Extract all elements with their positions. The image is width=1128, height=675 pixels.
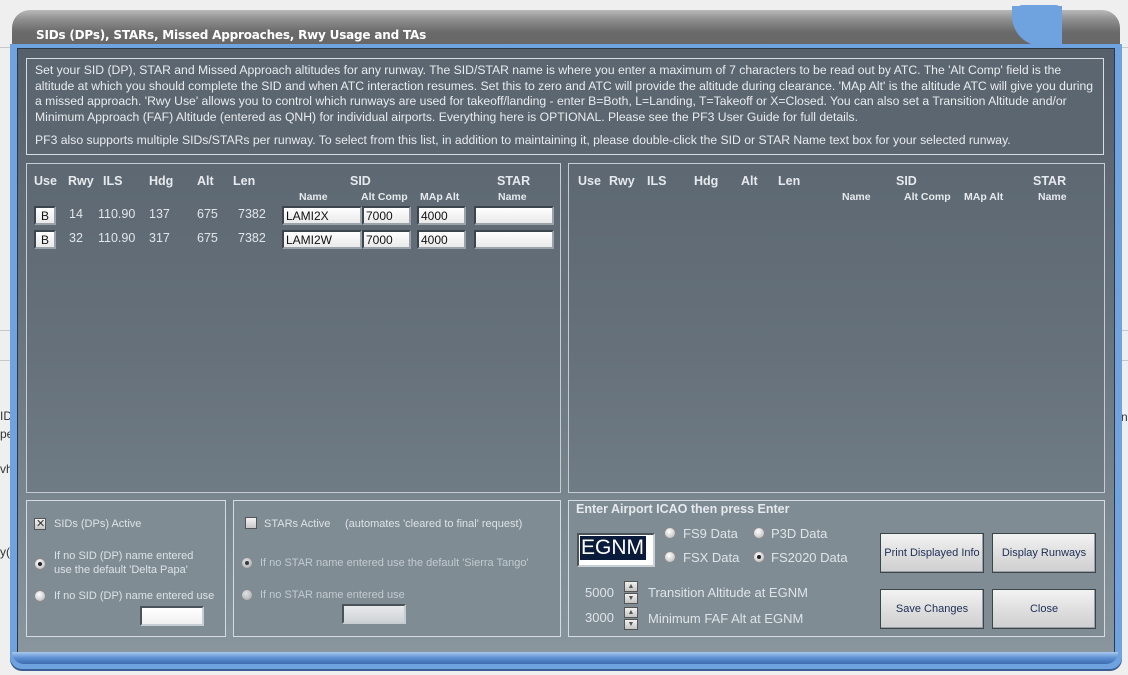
runway-altitude: 675 [197,207,218,221]
sid-custom-label: If no SID (DP) name entered use [54,590,215,602]
header-rwy: Rwy [68,174,94,188]
subheader-sid-name: Name [299,191,328,203]
header-sid: SID [896,174,917,188]
star-custom-name-field[interactable] [342,604,406,624]
star-custom-radio[interactable] [241,589,253,601]
header-sid: SID [350,174,371,188]
header-rwy: Rwy [609,174,635,188]
star-options-panel: STARs Active (automates 'cleared to fina… [233,500,561,637]
sid-default-radio[interactable] [34,558,46,570]
min-faf-alt-down-icon[interactable]: ▼ [624,619,638,630]
instructions-text-multi-sid: PF3 also supports multiple SIDs/STARs pe… [35,133,1011,147]
save-changes-button[interactable]: Save Changes [880,589,984,629]
runway-use-field[interactable]: B [34,206,56,225]
print-displayed-info-button[interactable]: Print Displayed Info [880,533,984,573]
star-default-radio[interactable] [241,557,253,569]
transition-altitude-up-icon[interactable]: ▲ [624,581,638,592]
subheader-map-alt: MAp Alt [420,191,460,203]
fsx-data-label: FSX Data [683,550,740,565]
header-ils: ILS [103,174,123,188]
min-faf-alt-value: 3000 [585,610,614,625]
icao-input-value: EGNM [580,536,646,560]
star-name-field[interactable] [474,206,554,225]
stars-active-checkbox[interactable] [245,517,257,529]
subheader-star-name: Name [1038,191,1067,203]
stars-active-note: (automates 'cleared to final' request) [345,518,523,530]
runway-use-field[interactable]: B [34,230,56,249]
runway-length: 7382 [238,207,266,221]
min-faf-alt-label: Minimum FAF Alt at EGNM [648,611,804,626]
header-hdg: Hdg [694,174,719,188]
subheader-sid-name: Name [842,191,871,203]
header-alt: Alt [197,174,214,188]
subheader-alt-comp: Alt Comp [361,191,408,203]
sid-alt-comp-field[interactable]: 7000 [362,206,411,225]
header-alt: Alt [741,174,758,188]
display-runways-button[interactable]: Display Runways [992,533,1096,573]
runway-heading: 317 [149,231,170,245]
background-text: y( [0,545,10,559]
transition-altitude-value: 5000 [585,585,614,600]
stars-active-label: STARs Active [264,518,331,530]
transition-altitude-down-icon[interactable]: ▼ [624,593,638,604]
runway-ils: 110.90 [98,231,136,245]
map-alt-field[interactable]: 4000 [417,230,466,249]
runway-length: 7382 [238,231,266,245]
runway-number: 14 [69,207,83,221]
fs2020-data-label: FS2020 Data [771,550,848,565]
star-name-field[interactable] [474,230,554,249]
sid-custom-radio[interactable] [34,590,46,602]
sid-options-panel: SIDs (DPs) Active If no SID (DP) name en… [26,500,226,637]
transition-altitude-label: Transition Altitude at EGNM [648,585,808,600]
header-hdg: Hdg [149,174,174,188]
header-use: Use [578,174,601,188]
map-alt-field[interactable]: 4000 [417,206,466,225]
sid-default-label-line1: If no SID (DP) name entered [54,550,194,562]
subheader-alt-comp: Alt Comp [904,191,951,203]
runway-altitude: 675 [197,231,218,245]
runway-number: 32 [69,231,83,245]
runway-ils: 110.90 [98,207,136,221]
instructions-panel: Set your SID (DP), STAR and Missed Appro… [26,58,1104,155]
subheader-map-alt: MAp Alt [964,191,1004,203]
fsx-data-radio[interactable] [664,551,676,563]
sid-name-field[interactable]: LAMI2X [282,206,362,225]
runway-heading: 137 [149,207,170,221]
runway-grid-right: Use Rwy ILS Hdg Alt Len SID STAR Name Al… [568,163,1105,493]
window-title: SIDs (DPs), STARs, Missed Approaches, Rw… [36,28,427,42]
header-star: STAR [497,174,531,188]
subheader-star-name: Name [498,191,527,203]
star-custom-label: If no STAR name entered use [260,589,405,601]
header-len: Len [233,174,256,188]
sids-active-checkbox[interactable] [34,517,46,530]
header-len: Len [778,174,801,188]
window-bottom-border [12,652,1118,664]
p3d-data-label: P3D Data [771,526,828,541]
sid-default-label-line2: use the default 'Delta Papa' [54,564,188,576]
header-ils: ILS [647,174,667,188]
background-text: n [1121,410,1128,424]
header-star: STAR [1033,174,1067,188]
airport-section-title: Enter Airport ICAO then press Enter [576,502,790,516]
header-use: Use [34,174,57,188]
sids-active-label: SIDs (DPs) Active [54,518,142,530]
sid-name-field[interactable]: LAMI2W [282,230,362,249]
icao-input[interactable]: EGNM [577,533,655,567]
sid-custom-name-field[interactable] [140,606,204,626]
sid-alt-comp-field[interactable]: 7000 [362,230,411,249]
p3d-data-radio[interactable] [753,527,765,539]
instructions-text: Set your SID (DP), STAR and Missed Appro… [35,63,1094,124]
runway-grid-left: Use Rwy ILS Hdg Alt Len SID STAR Name Al… [26,163,561,493]
fs2020-data-radio[interactable] [753,551,765,563]
min-faf-alt-up-icon[interactable]: ▲ [624,607,638,618]
fs9-data-label: FS9 Data [683,526,738,541]
fs9-data-radio[interactable] [664,527,676,539]
star-default-label: If no STAR name entered use the default … [260,557,529,569]
close-button[interactable]: Close [992,589,1096,629]
